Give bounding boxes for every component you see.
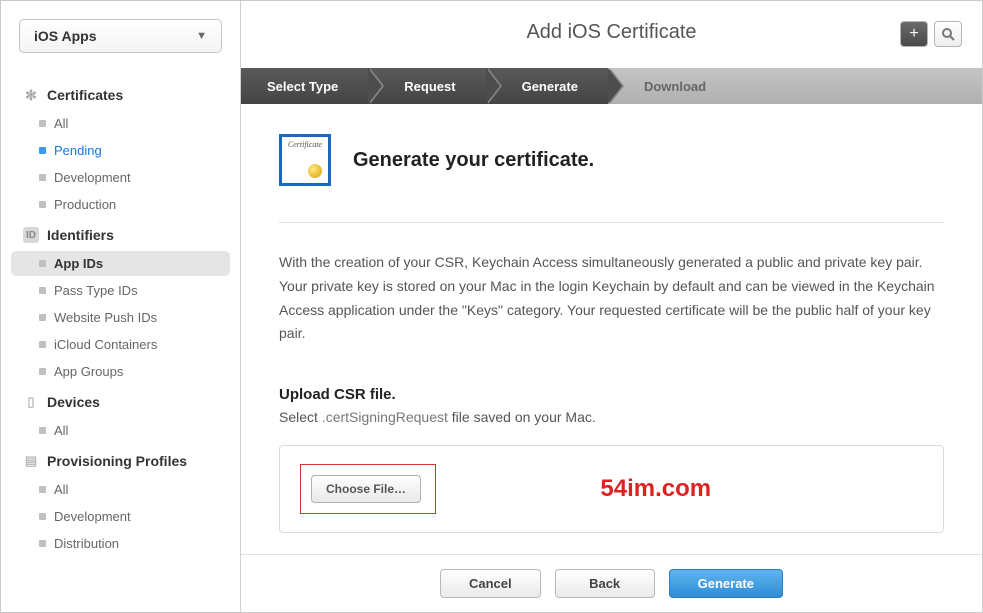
sidebar-item-app-ids[interactable]: App IDs: [11, 251, 230, 276]
nav-label: Development: [54, 170, 131, 185]
highlight-box: Choose File…: [300, 464, 436, 514]
choose-file-button[interactable]: Choose File…: [311, 475, 421, 503]
add-button[interactable]: +: [900, 21, 928, 47]
sidebar-item-cert-production[interactable]: Production: [11, 192, 230, 217]
certificate-icon: Certificate: [279, 134, 331, 186]
document-icon: ▤: [23, 453, 39, 469]
back-button[interactable]: Back: [555, 569, 655, 598]
plus-icon: +: [909, 25, 918, 43]
file-upload-box: Choose File… 54im.com: [279, 445, 944, 533]
bullet-icon: [39, 201, 46, 208]
content-area: Certificate Generate your certificate. W…: [241, 104, 982, 554]
seal-icon: [308, 164, 322, 178]
nav-label: App IDs: [54, 256, 103, 271]
bullet-icon: [39, 287, 46, 294]
nav-label: Development: [54, 509, 131, 524]
step-label: Download: [644, 79, 706, 94]
sidebar-item-prov-distribution[interactable]: Distribution: [11, 531, 230, 556]
sidebar: iOS Apps ▼ ✻ Certificates All Pending De…: [1, 1, 241, 612]
divider: [279, 222, 944, 223]
section-title: Identifiers: [47, 227, 114, 243]
id-icon: ID: [23, 227, 39, 243]
sidebar-item-website-push-ids[interactable]: Website Push IDs: [11, 305, 230, 330]
search-button[interactable]: [934, 21, 962, 47]
upload-subtitle: Select .certSigningRequest file saved on…: [279, 409, 944, 425]
sidebar-item-cert-development[interactable]: Development: [11, 165, 230, 190]
section-provisioning: ▤ Provisioning Profiles: [11, 447, 230, 475]
nav-label: All: [54, 116, 68, 131]
device-icon: ▯: [23, 394, 39, 410]
step-label: Select Type: [267, 79, 338, 94]
description-text: With the creation of your CSR, Keychain …: [279, 251, 944, 346]
cert-badge-label: Certificate: [288, 140, 322, 149]
content-heading: Generate your certificate.: [353, 149, 594, 172]
step-label: Generate: [522, 79, 578, 94]
sidebar-item-prov-all[interactable]: All: [11, 477, 230, 502]
nav-label: All: [54, 482, 68, 497]
header-buttons: +: [900, 21, 962, 47]
step-label: Request: [404, 79, 455, 94]
main-panel: Add iOS Certificate + Select Type Reques…: [241, 1, 982, 612]
bullet-icon: [39, 368, 46, 375]
page-title: Add iOS Certificate: [526, 21, 696, 44]
sidebar-item-devices-all[interactable]: All: [11, 418, 230, 443]
watermark-text: 54im.com: [600, 475, 711, 503]
cancel-button[interactable]: Cancel: [440, 569, 541, 598]
nav-label: Distribution: [54, 536, 119, 551]
section-title: Provisioning Profiles: [47, 453, 187, 469]
upload-title: Upload CSR file.: [279, 386, 944, 403]
section-title: Certificates: [47, 87, 123, 103]
bullet-icon: [39, 341, 46, 348]
sidebar-item-cert-pending[interactable]: Pending: [11, 138, 230, 163]
upload-prefix: Select: [279, 409, 322, 425]
bullet-icon: [39, 314, 46, 321]
upload-ext: .certSigningRequest: [322, 409, 448, 425]
step-download: Download: [608, 68, 982, 104]
platform-selector[interactable]: iOS Apps ▼: [19, 19, 222, 53]
bullet-icon: [39, 120, 46, 127]
nav-label: All: [54, 423, 68, 438]
platform-selector-label: iOS Apps: [34, 28, 97, 44]
section-certificates: ✻ Certificates: [11, 81, 230, 109]
nav-label: iCloud Containers: [54, 337, 157, 352]
upload-suffix: file saved on your Mac.: [448, 409, 596, 425]
sidebar-item-cert-all[interactable]: All: [11, 111, 230, 136]
bullet-icon: [39, 260, 46, 267]
sidebar-item-pass-type-ids[interactable]: Pass Type IDs: [11, 278, 230, 303]
step-request[interactable]: Request: [368, 68, 485, 104]
wizard-steps: Select Type Request Generate Download: [241, 68, 982, 104]
chevron-down-icon: ▼: [196, 30, 207, 42]
bullet-icon: [39, 486, 46, 493]
nav-label: App Groups: [54, 364, 123, 379]
bullet-icon: [39, 174, 46, 181]
main-header: Add iOS Certificate +: [241, 1, 982, 68]
gear-icon: ✻: [23, 87, 39, 103]
search-icon: [941, 27, 955, 41]
footer-actions: Cancel Back Generate: [241, 554, 982, 612]
nav-label: Production: [54, 197, 116, 212]
heading-row: Certificate Generate your certificate.: [279, 134, 944, 186]
section-identifiers: ID Identifiers: [11, 221, 230, 249]
nav-label: Pass Type IDs: [54, 283, 138, 298]
bullet-icon: [39, 513, 46, 520]
step-generate[interactable]: Generate: [486, 68, 608, 104]
section-title: Devices: [47, 394, 100, 410]
nav-label: Pending: [54, 143, 102, 158]
nav-label: Website Push IDs: [54, 310, 157, 325]
sidebar-item-icloud-containers[interactable]: iCloud Containers: [11, 332, 230, 357]
sidebar-item-app-groups[interactable]: App Groups: [11, 359, 230, 384]
section-devices: ▯ Devices: [11, 388, 230, 416]
bullet-icon: [39, 427, 46, 434]
step-select-type[interactable]: Select Type: [241, 68, 368, 104]
bullet-icon: [39, 147, 46, 154]
sidebar-item-prov-development[interactable]: Development: [11, 504, 230, 529]
generate-button[interactable]: Generate: [669, 569, 783, 598]
bullet-icon: [39, 540, 46, 547]
